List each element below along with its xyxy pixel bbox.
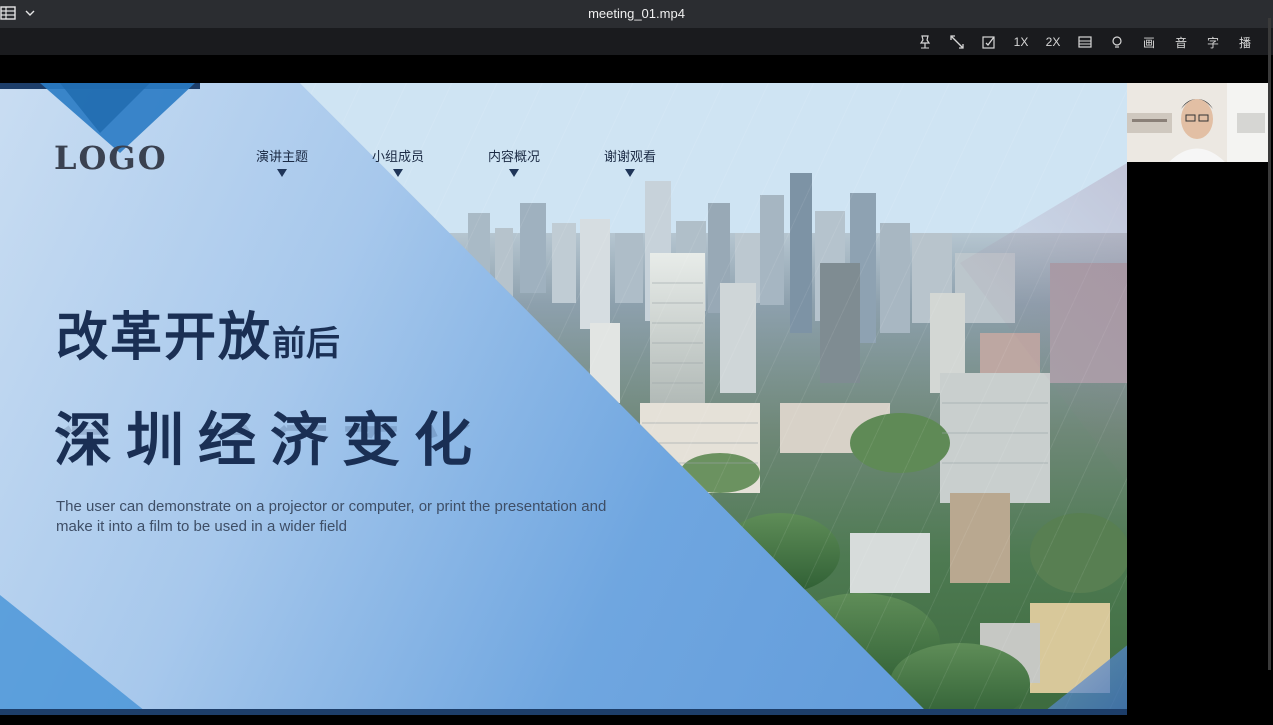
scrollbar-edge [1268, 18, 1271, 670]
subtitle-button[interactable]: 字 [1197, 32, 1229, 52]
webcam-feed [1127, 83, 1268, 162]
window-title: meeting_01.mp4 [588, 6, 685, 21]
triangle-down-icon [509, 169, 519, 177]
triangle-down-icon [393, 169, 403, 177]
triangle-down-icon [277, 169, 287, 177]
nav-item-topic[interactable]: 演讲主题 [256, 146, 308, 177]
nav-label: 小组成员 [372, 150, 425, 165]
layout-icon[interactable] [1069, 32, 1101, 52]
nav-item-members[interactable]: 小组成员 [372, 146, 424, 177]
play-button[interactable]: 播 [1229, 32, 1261, 52]
nav-label: 谢谢观看 [604, 150, 657, 165]
speed-1x-button[interactable]: 1X [1005, 32, 1037, 52]
nav-label: 内容概况 [488, 150, 541, 165]
nav-item-overview[interactable]: 内容概况 [488, 146, 540, 177]
corner-decoration-bottom [0, 595, 150, 715]
nav-item-thanks[interactable]: 谢谢观看 [604, 146, 656, 177]
presentation-slide: LOGO 演讲主题 小组成员 内容概况 谢谢观看 改革开放前后 深圳经济变化 深… [0, 83, 1127, 715]
title-bar: meeting_01.mp4 [0, 0, 1273, 28]
player-toolbar: 1X 2X 画 音 字 播 [0, 28, 1273, 55]
picture-button[interactable]: 画 [1133, 32, 1165, 52]
nav-label: 演讲主题 [256, 150, 309, 165]
slide-headline: 改革开放前后 [56, 295, 340, 370]
video-area[interactable]: LOGO 演讲主题 小组成员 内容概况 谢谢观看 改革开放前后 深圳经济变化 深… [0, 55, 1273, 725]
logo: LOGO [54, 139, 168, 177]
slide-description: The user can demonstrate on a projector … [56, 498, 607, 535]
headline-small: 前后 [272, 324, 341, 364]
pin-icon[interactable] [909, 32, 941, 52]
bottom-strip [0, 709, 1127, 715]
fullscreen-icon[interactable] [941, 32, 973, 52]
edit-icon[interactable] [973, 32, 1005, 52]
headline-big: 改革开放 [56, 308, 273, 368]
speed-2x-button[interactable]: 2X [1037, 32, 1069, 52]
audio-button[interactable]: 音 [1165, 32, 1197, 52]
webcam-image [1127, 83, 1268, 162]
subheadline-reflection: 深圳经济变化 [54, 425, 486, 455]
lightbulb-icon[interactable] [1101, 32, 1133, 52]
triangle-down-icon [625, 169, 635, 177]
